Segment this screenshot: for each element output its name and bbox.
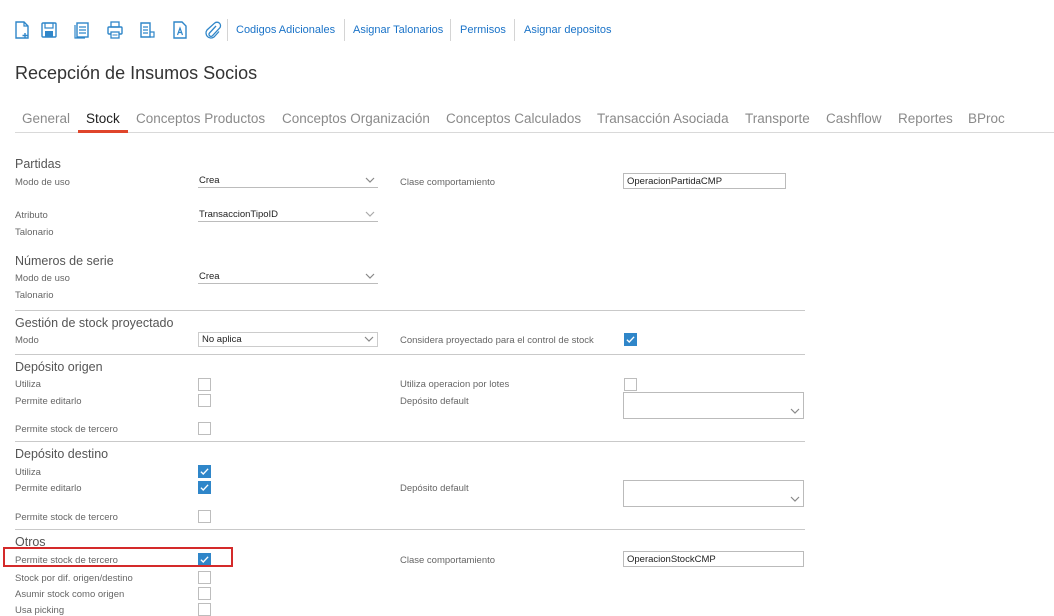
tab-general[interactable]: General [22, 111, 70, 126]
chevron-down-icon [365, 273, 375, 279]
proyectado-considera-checkbox[interactable] [624, 333, 637, 346]
series-modo-value: Crea [199, 271, 220, 282]
series-modo-label: Modo de uso [15, 273, 70, 284]
origen-utiliza-checkbox[interactable] [198, 378, 211, 391]
text-document-icon[interactable] [170, 20, 190, 40]
proyectado-modo-label: Modo [15, 335, 39, 346]
origen-utiliza-label: Utiliza [15, 379, 41, 390]
otros-asumir-checkbox[interactable] [198, 587, 211, 600]
partidas-atributo-value: TransaccionTipoID [199, 209, 279, 220]
origen-editarlo-label: Permite editarlo [15, 396, 82, 407]
partidas-clase-label: Clase comportamiento [400, 177, 496, 188]
otros-dif-checkbox[interactable] [198, 571, 211, 584]
save-icon[interactable] [39, 20, 59, 40]
section-divider [15, 354, 805, 355]
toolbar-separator [227, 19, 228, 41]
section-series-title: Números de serie [15, 254, 114, 268]
chevron-down-icon [364, 336, 374, 342]
tab-transaccion-asociada[interactable]: Transacción Asociada [597, 111, 729, 126]
tab-conceptos-productos[interactable]: Conceptos Productos [136, 111, 265, 126]
destino-tercero-label: Permite stock de tercero [15, 512, 118, 523]
section-proyectado-title: Gestión de stock proyectado [15, 316, 174, 330]
toolbar-separator [344, 19, 345, 41]
asignar-depositos-link[interactable]: Asignar depositos [524, 24, 611, 36]
new-document-icon[interactable] [12, 20, 32, 40]
destino-utiliza-label: Utiliza [15, 467, 41, 478]
proyectado-modo-select[interactable]: No aplica [198, 332, 378, 347]
proyectado-considera-label: Considera proyectado para el control de … [400, 335, 594, 346]
chevron-down-icon [790, 408, 800, 414]
otros-clase-input[interactable]: OperacionStockCMP [623, 551, 804, 567]
chevron-down-icon [365, 177, 375, 183]
proyectado-modo-value: No aplica [202, 334, 242, 345]
section-partidas-title: Partidas [15, 157, 61, 171]
destino-default-select[interactable] [623, 480, 804, 507]
destino-utiliza-checkbox[interactable] [198, 465, 211, 478]
section-destino-title: Depósito destino [15, 447, 109, 461]
check-icon [626, 336, 635, 343]
origen-lotes-label: Utiliza operacion por lotes [400, 379, 510, 390]
origen-lotes-checkbox[interactable] [624, 378, 637, 391]
chevron-down-icon [790, 496, 800, 502]
partidas-clase-input[interactable]: OperacionPartidaCMP [623, 173, 786, 189]
otros-asumir-label: Asumir stock como origen [15, 589, 125, 600]
paperclip-icon[interactable] [202, 20, 222, 40]
series-modo-select[interactable]: Crea [198, 270, 378, 284]
tab-stock[interactable]: Stock [86, 111, 120, 126]
origen-editarlo-checkbox[interactable] [198, 394, 211, 407]
asignar-talonarios-link[interactable]: Asignar Talonarios [353, 24, 443, 36]
series-talonario-label: Talonario [15, 290, 54, 301]
origen-default-label: Depósito default [400, 396, 469, 407]
section-divider [15, 529, 805, 530]
partidas-atributo-label: Atributo [15, 210, 48, 221]
highlight-box [3, 547, 233, 567]
page-title: Recepción de Insumos Socios [15, 63, 258, 83]
toolbar-separator [514, 19, 515, 41]
tab-cashflow[interactable]: Cashflow [826, 111, 882, 126]
destino-editarlo-checkbox[interactable] [198, 481, 211, 494]
destino-tercero-checkbox[interactable] [198, 510, 211, 523]
copy-document-icon[interactable] [72, 20, 92, 40]
destino-editarlo-label: Permite editarlo [15, 483, 82, 494]
chevron-down-icon [365, 211, 375, 217]
tab-conceptos-calculados[interactable]: Conceptos Calculados [446, 111, 581, 126]
partidas-modo-value: Crea [199, 175, 220, 186]
section-divider [15, 441, 805, 442]
tab-bproc[interactable]: BProc [968, 111, 1005, 126]
tab-conceptos-organizacion[interactable]: Conceptos Organización [282, 111, 430, 126]
section-origen-title: Depósito origen [15, 360, 103, 374]
active-tab-indicator [78, 130, 128, 133]
origen-default-select[interactable] [623, 392, 804, 419]
origen-tercero-checkbox[interactable] [198, 422, 211, 435]
toolbar-separator [450, 19, 451, 41]
partidas-modo-select[interactable]: Crea [198, 174, 378, 188]
check-icon [200, 468, 209, 475]
tab-transporte[interactable]: Transporte [745, 111, 810, 126]
tabs-divider [15, 132, 1054, 133]
check-icon [200, 484, 209, 491]
tab-reportes[interactable]: Reportes [898, 111, 953, 126]
otros-dif-label: Stock por dif. origen/destino [15, 573, 133, 584]
otros-picking-label: Usa picking [15, 605, 65, 616]
origen-tercero-label: Permite stock de tercero [15, 424, 118, 435]
codigos-adicionales-link[interactable]: Codigos Adicionales [236, 24, 335, 36]
document-list-icon[interactable] [137, 20, 157, 40]
partidas-talonario-label: Talonario [15, 227, 54, 238]
otros-clase-label: Clase comportamiento [400, 555, 496, 566]
otros-picking-checkbox[interactable] [198, 603, 211, 616]
partidas-modo-label: Modo de uso [15, 177, 70, 188]
section-divider [15, 310, 805, 311]
print-icon[interactable] [105, 20, 125, 40]
partidas-atributo-select[interactable]: TransaccionTipoID [198, 208, 378, 222]
destino-default-label: Depósito default [400, 483, 469, 494]
permisos-link[interactable]: Permisos [460, 24, 506, 36]
